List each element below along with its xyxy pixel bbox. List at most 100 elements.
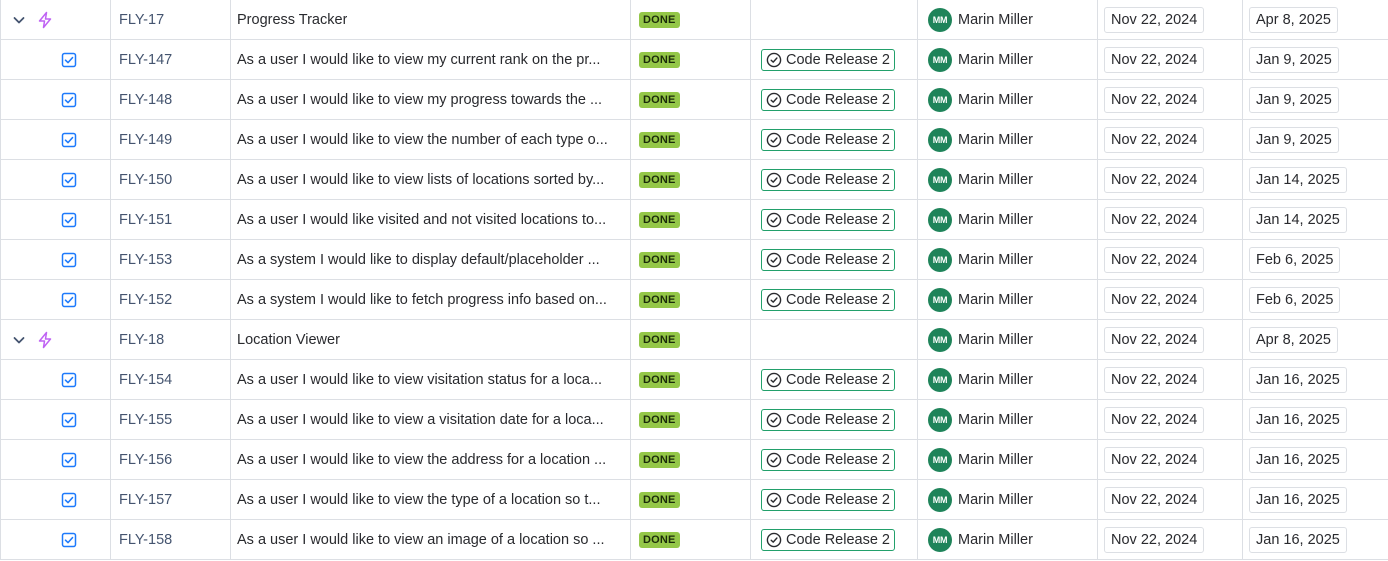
summary-cell[interactable]: As a user I would like to view a visitat… (231, 400, 631, 440)
table-row[interactable]: FLY-155 As a user I would like to view a… (0, 400, 1388, 440)
issue-summary[interactable]: As a user I would like to view my curren… (237, 52, 600, 68)
assignee-cell[interactable]: MM Marin Miller (918, 280, 1098, 320)
start-date-cell[interactable]: Nov 22, 2024 (1098, 320, 1243, 360)
summary-cell[interactable]: As a user I would like to view an image … (231, 520, 631, 560)
due-date-cell[interactable]: Apr 8, 2025 (1243, 0, 1388, 40)
start-date[interactable]: Nov 22, 2024 (1104, 127, 1205, 153)
status-badge[interactable]: DONE (639, 292, 680, 308)
start-date-cell[interactable]: Nov 22, 2024 (1098, 80, 1243, 120)
table-row[interactable]: FLY-18 Location Viewer DONE MM Marin Mil… (0, 320, 1388, 360)
table-row[interactable]: FLY-153 As a system I would like to disp… (0, 240, 1388, 280)
due-date-cell[interactable]: Jan 14, 2025 (1243, 160, 1388, 200)
summary-cell[interactable]: As a user I would like to view visitatio… (231, 360, 631, 400)
issue-key[interactable]: FLY-153 (119, 252, 172, 268)
assignee-cell[interactable]: MM Marin Miller (918, 200, 1098, 240)
status-badge[interactable]: DONE (639, 372, 680, 388)
table-row[interactable]: FLY-158 As a user I would like to view a… (0, 520, 1388, 560)
issue-summary[interactable]: As a user I would like visited and not v… (237, 212, 606, 228)
status-badge[interactable]: DONE (639, 412, 680, 428)
table-row[interactable]: FLY-17 Progress Tracker DONE MM Marin Mi… (0, 0, 1388, 40)
status-badge[interactable]: DONE (639, 252, 680, 268)
due-date-cell[interactable]: Jan 14, 2025 (1243, 200, 1388, 240)
summary-cell[interactable]: As a user I would like to view my curren… (231, 40, 631, 80)
fix-version-cell[interactable]: Code Release 2 (751, 40, 918, 80)
fix-version-tag[interactable]: Code Release 2 (761, 49, 895, 71)
start-date[interactable]: Nov 22, 2024 (1104, 87, 1205, 113)
start-date-cell[interactable]: Nov 22, 2024 (1098, 0, 1243, 40)
due-date-cell[interactable]: Jan 16, 2025 (1243, 480, 1388, 520)
fix-version-cell[interactable]: Code Release 2 (751, 280, 918, 320)
issue-key[interactable]: FLY-156 (119, 452, 172, 468)
issue-key-cell[interactable]: FLY-155 (111, 400, 231, 440)
start-date-cell[interactable]: Nov 22, 2024 (1098, 280, 1243, 320)
issue-summary[interactable]: As a user I would like to view the addre… (237, 452, 606, 468)
status-cell[interactable]: DONE (631, 480, 751, 520)
start-date[interactable]: Nov 22, 2024 (1104, 287, 1205, 313)
fix-version-tag[interactable]: Code Release 2 (761, 89, 895, 111)
summary-cell[interactable]: As a user I would like to view the type … (231, 480, 631, 520)
issue-key-cell[interactable]: FLY-148 (111, 80, 231, 120)
assignee-cell[interactable]: MM Marin Miller (918, 160, 1098, 200)
due-date[interactable]: Jan 9, 2025 (1249, 87, 1339, 113)
due-date-cell[interactable]: Jan 16, 2025 (1243, 440, 1388, 480)
fix-version-tag[interactable]: Code Release 2 (761, 249, 895, 271)
status-badge[interactable]: DONE (639, 52, 680, 68)
fix-version-cell[interactable]: Code Release 2 (751, 440, 918, 480)
due-date-cell[interactable]: Jan 9, 2025 (1243, 120, 1388, 160)
start-date[interactable]: Nov 22, 2024 (1104, 247, 1205, 273)
status-badge[interactable]: DONE (639, 92, 680, 108)
due-date-cell[interactable]: Jan 16, 2025 (1243, 400, 1388, 440)
issue-key-cell[interactable]: FLY-158 (111, 520, 231, 560)
issue-summary[interactable]: As a user I would like to view the type … (237, 492, 601, 508)
issue-key[interactable]: FLY-154 (119, 372, 172, 388)
table-row[interactable]: FLY-157 As a user I would like to view t… (0, 480, 1388, 520)
due-date[interactable]: Jan 9, 2025 (1249, 127, 1339, 153)
issue-summary[interactable]: Progress Tracker (237, 12, 347, 28)
start-date-cell[interactable]: Nov 22, 2024 (1098, 480, 1243, 520)
fix-version-cell[interactable]: Code Release 2 (751, 200, 918, 240)
due-date-cell[interactable]: Feb 6, 2025 (1243, 280, 1388, 320)
fix-version-tag[interactable]: Code Release 2 (761, 369, 895, 391)
fix-version-cell[interactable]: Code Release 2 (751, 80, 918, 120)
fix-version-tag[interactable]: Code Release 2 (761, 529, 895, 551)
due-date[interactable]: Jan 16, 2025 (1249, 487, 1347, 513)
status-cell[interactable]: DONE (631, 280, 751, 320)
start-date[interactable]: Nov 22, 2024 (1104, 447, 1205, 473)
issue-summary[interactable]: As a user I would like to view a visitat… (237, 412, 604, 428)
status-cell[interactable]: DONE (631, 320, 751, 360)
assignee-cell[interactable]: MM Marin Miller (918, 360, 1098, 400)
summary-cell[interactable]: As a system I would like to display defa… (231, 240, 631, 280)
assignee-cell[interactable]: MM Marin Miller (918, 440, 1098, 480)
chevron-down-icon[interactable] (12, 13, 26, 27)
start-date-cell[interactable]: Nov 22, 2024 (1098, 120, 1243, 160)
issue-key[interactable]: FLY-148 (119, 92, 172, 108)
start-date[interactable]: Nov 22, 2024 (1104, 327, 1205, 353)
start-date[interactable]: Nov 22, 2024 (1104, 527, 1205, 553)
start-date[interactable]: Nov 22, 2024 (1104, 7, 1205, 33)
fix-version-tag[interactable]: Code Release 2 (761, 409, 895, 431)
due-date-cell[interactable]: Jan 16, 2025 (1243, 520, 1388, 560)
issue-key-cell[interactable]: FLY-17 (111, 0, 231, 40)
issue-key-cell[interactable]: FLY-157 (111, 480, 231, 520)
issue-summary[interactable]: As a user I would like to view the numbe… (237, 132, 608, 148)
status-badge[interactable]: DONE (639, 132, 680, 148)
due-date[interactable]: Apr 8, 2025 (1249, 327, 1338, 353)
issue-key-cell[interactable]: FLY-150 (111, 160, 231, 200)
table-row[interactable]: FLY-152 As a system I would like to fetc… (0, 280, 1388, 320)
fix-version-cell[interactable] (751, 320, 918, 360)
summary-cell[interactable]: Progress Tracker (231, 0, 631, 40)
issue-key-cell[interactable]: FLY-152 (111, 280, 231, 320)
table-row[interactable]: FLY-156 As a user I would like to view t… (0, 440, 1388, 480)
status-badge[interactable]: DONE (639, 332, 680, 348)
summary-cell[interactable]: Location Viewer (231, 320, 631, 360)
fix-version-cell[interactable]: Code Release 2 (751, 120, 918, 160)
fix-version-tag[interactable]: Code Release 2 (761, 209, 895, 231)
table-row[interactable]: FLY-149 As a user I would like to view t… (0, 120, 1388, 160)
due-date-cell[interactable]: Jan 9, 2025 (1243, 40, 1388, 80)
summary-cell[interactable]: As a user I would like to view lists of … (231, 160, 631, 200)
fix-version-cell[interactable]: Code Release 2 (751, 160, 918, 200)
start-date-cell[interactable]: Nov 22, 2024 (1098, 40, 1243, 80)
start-date-cell[interactable]: Nov 22, 2024 (1098, 520, 1243, 560)
start-date[interactable]: Nov 22, 2024 (1104, 367, 1205, 393)
issue-key-cell[interactable]: FLY-147 (111, 40, 231, 80)
